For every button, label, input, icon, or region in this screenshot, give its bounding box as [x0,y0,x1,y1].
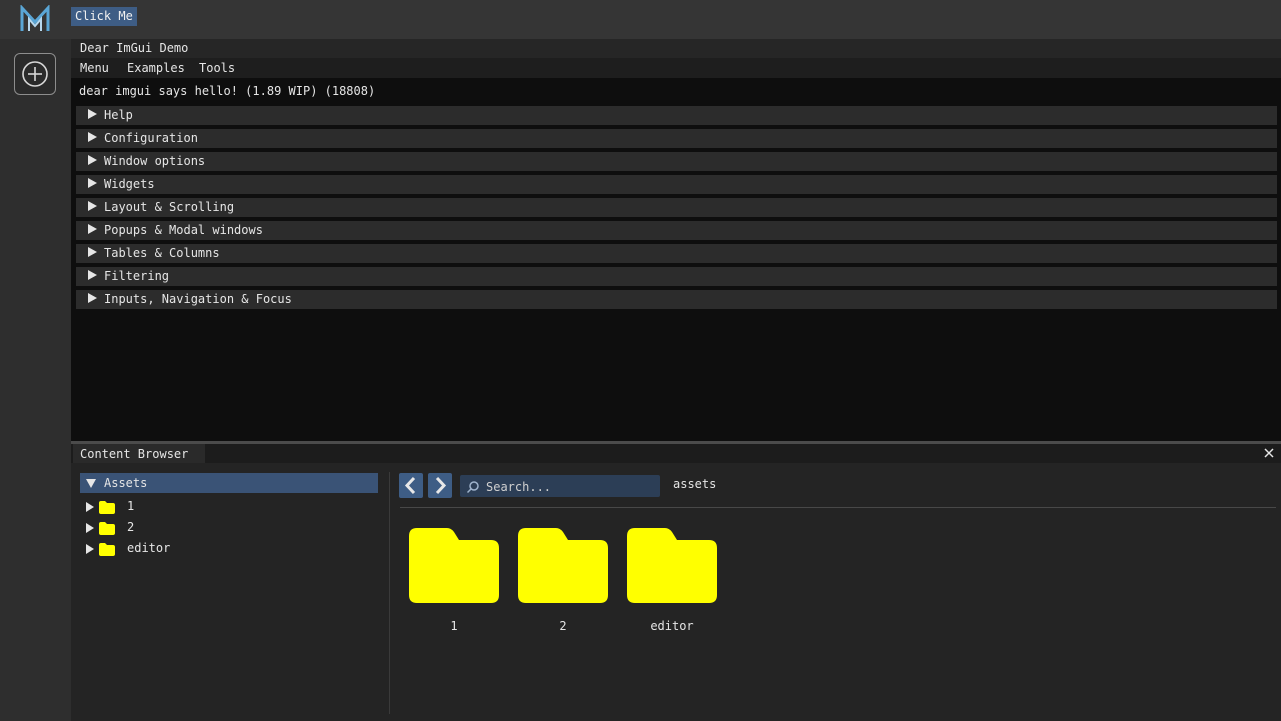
add-button[interactable] [14,53,56,95]
header-label: Inputs, Navigation & Focus [104,292,292,306]
chevron-left-icon [404,476,416,495]
hello-text: dear imgui says hello! (1.89 WIP) (18808… [79,84,376,98]
panel-separator[interactable] [389,472,390,714]
collapsed-arrow-icon [88,224,97,234]
folder-icon [518,528,608,603]
tree-item-editor[interactable]: editor [80,539,378,559]
folder-icon [409,528,499,603]
click-me-button[interactable]: Click Me [71,7,137,26]
forward-button[interactable] [428,473,452,498]
header-tables-columns[interactable]: Tables & Columns [76,244,1277,263]
close-icon[interactable] [1261,445,1277,461]
collapsed-arrow-icon [88,270,97,280]
folder-icon [99,543,115,556]
menu-tools[interactable]: Tools [199,61,235,75]
collapsed-arrow-icon [88,201,97,211]
collapsed-arrow-icon [88,109,97,119]
folder-icon [99,522,115,535]
tree-item-1[interactable]: 1 [80,497,378,517]
collapsed-arrow-icon [86,523,94,533]
top-bar [0,0,1281,39]
chevron-right-icon [435,476,447,495]
toolbar-separator [400,507,1276,508]
header-popups-modal[interactable]: Popups & Modal windows [76,221,1277,240]
header-window-options[interactable]: Window options [76,152,1277,171]
search-icon [466,481,479,494]
search-input[interactable]: Search... [460,475,660,497]
tree-item-2[interactable]: 2 [80,518,378,538]
tab-label: Content Browser [80,447,189,461]
header-label: Configuration [104,131,198,145]
menu-menu[interactable]: Menu [80,61,109,75]
header-help[interactable]: Help [76,106,1277,125]
imgui-demo-window: Dear ImGui Demo Menu Examples Tools dear… [71,39,1281,441]
tab-content-browser[interactable]: Content Browser [73,444,205,463]
header-label: Popups & Modal windows [104,223,263,237]
current-path: assets [673,477,717,491]
folder-tile-editor[interactable]: editor [622,524,722,639]
menu-examples[interactable]: Examples [127,61,185,75]
left-toolbar [0,39,71,721]
collapsed-arrow-icon [86,502,94,512]
folder-label: editor [650,619,694,633]
folder-label: 1 [450,619,458,633]
collapsed-arrow-icon [88,247,97,257]
search-placeholder: Search... [486,480,552,494]
folder-tile-2[interactable]: 2 [513,524,613,639]
header-configuration[interactable]: Configuration [76,129,1277,148]
header-filtering[interactable]: Filtering [76,267,1277,286]
header-label: Help [104,108,133,122]
collapsed-arrow-icon [88,178,97,188]
folder-label: 2 [559,619,567,633]
tree-root-assets[interactable]: Assets [80,473,378,493]
folder-tree: Assets 1 2 editor [80,473,380,713]
back-button[interactable] [399,473,423,498]
app-logo [20,5,50,31]
collapsed-arrow-icon [88,155,97,165]
collapsed-arrow-icon [88,293,97,303]
expanded-arrow-icon [86,479,96,488]
tree-item-label: 2 [127,520,135,534]
collapsed-arrow-icon [86,544,94,554]
menu-bar: Menu Examples Tools [71,58,1281,78]
plus-circle-icon [22,61,48,87]
header-label: Widgets [104,177,155,191]
tree-item-label: 1 [127,499,135,513]
folder-tile-1[interactable]: 1 [404,524,504,639]
content-browser-tab-bar: Content Browser [71,444,1281,463]
collapsed-arrow-icon [88,132,97,142]
header-label: Tables & Columns [104,246,220,260]
tree-root-label: Assets [104,476,148,490]
folder-icon [99,501,115,514]
header-inputs-navigation[interactable]: Inputs, Navigation & Focus [76,290,1277,309]
header-widgets[interactable]: Widgets [76,175,1277,194]
demo-title-bar[interactable]: Dear ImGui Demo [71,39,1281,58]
content-browser-window: Content Browser Assets 1 2 editor Search… [71,444,1281,721]
folder-icon [627,528,717,603]
header-layout-scrolling[interactable]: Layout & Scrolling [76,198,1277,217]
header-label: Window options [104,154,206,168]
header-label: Layout & Scrolling [104,200,235,214]
demo-window-title: Dear ImGui Demo [80,41,189,55]
tree-item-label: editor [127,541,171,555]
header-label: Filtering [104,269,170,283]
